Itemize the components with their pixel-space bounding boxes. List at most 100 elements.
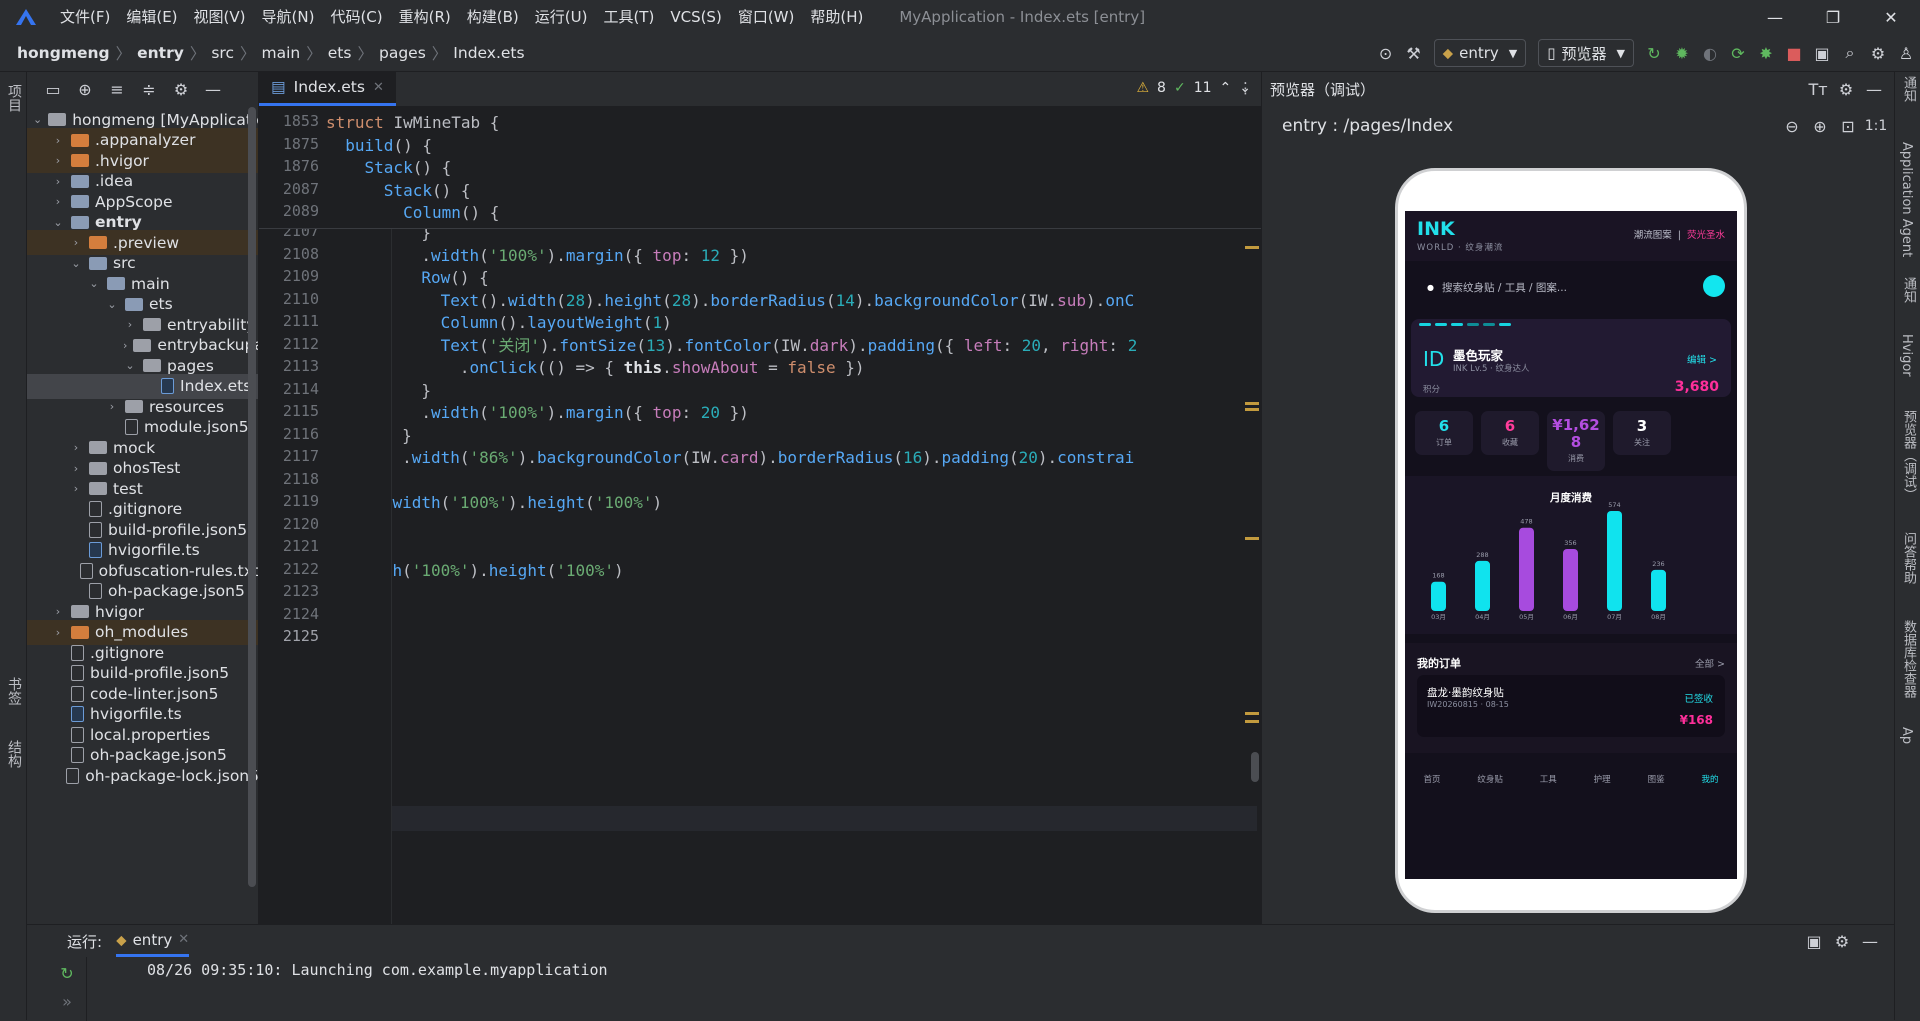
stat-card[interactable]: 6收藏 — [1481, 411, 1539, 455]
app-nav-item[interactable]: 工具 — [1540, 773, 1557, 785]
app-nav-item[interactable]: 我的 — [1701, 773, 1718, 785]
database-inspector-tool-button[interactable]: 数据库检查器 — [1899, 620, 1918, 698]
stat-card[interactable]: 6订单 — [1415, 411, 1473, 455]
restore-layout-icon[interactable]: ▣ — [1800, 927, 1828, 955]
error-stripe-mark[interactable] — [1245, 246, 1259, 249]
bookmarks-tool-button[interactable]: 书签 — [4, 677, 24, 705]
run-tab[interactable]: ⬥ entry ✕ — [116, 925, 189, 957]
menu-item[interactable]: 导航(N) — [254, 0, 323, 34]
chevron-down-icon[interactable]: ⌄ — [87, 277, 101, 290]
code-line[interactable]: .width('100%').height('100%') — [392, 557, 624, 584]
tree-scrollbar[interactable] — [248, 107, 256, 887]
prev-problem-icon[interactable]: ⌃ — [1220, 80, 1232, 96]
menu-item[interactable]: 运行(U) — [527, 0, 596, 34]
code-line[interactable]: .width('100%').height('100%') — [392, 489, 662, 516]
maximize-button[interactable]: ❐ — [1804, 0, 1862, 34]
code-area[interactable]: } .width('100%').margin({ top: 12 }) Row… — [392, 107, 1257, 924]
notifications-tool-button[interactable]: 通知 — [1899, 76, 1918, 102]
menu-item[interactable]: 视图(V) — [186, 0, 254, 34]
hide-icon[interactable]: — — [201, 76, 225, 104]
menu-item[interactable]: 构建(B) — [459, 0, 527, 34]
expand-all-icon[interactable]: ≡ — [105, 76, 129, 104]
project-tool-button[interactable]: 项目 — [4, 84, 24, 112]
order-card[interactable]: 盘龙·墨韵纹身贴 IW20260815 · 08-15 已签收 ¥168 — [1417, 675, 1725, 737]
settings-icon[interactable]: ⚙ — [1832, 75, 1860, 103]
chevron-right-icon[interactable]: › — [51, 134, 65, 147]
project-view-icon[interactable]: ▭ — [41, 76, 65, 104]
edit-profile-link[interactable]: 编辑 > — [1687, 352, 1717, 366]
fit-icon[interactable]: ⊡ — [1834, 112, 1862, 140]
stat-card[interactable]: ¥1,628消费 — [1547, 411, 1605, 471]
device-manager-icon[interactable]: ▣ — [1808, 39, 1836, 67]
app-nav-item[interactable]: 护理 — [1594, 773, 1611, 785]
actual-size-button[interactable]: 1:1 — [1862, 112, 1890, 140]
rerun-icon[interactable]: ↻ — [1640, 39, 1668, 67]
hvigor-tool-button[interactable]: Hvigor — [1899, 334, 1914, 377]
breadcrumb-item[interactable]: pages — [376, 44, 429, 62]
search-icon[interactable]: ⌕ — [1836, 39, 1864, 67]
chevron-down-icon[interactable]: ⌄ — [123, 359, 137, 372]
error-stripe-mark[interactable] — [1245, 720, 1259, 723]
stat-card[interactable]: 3关注 — [1613, 411, 1671, 455]
close-window-button[interactable]: ✕ — [1862, 0, 1920, 34]
breadcrumb-item[interactable]: main — [259, 44, 304, 62]
next-problem-icon[interactable]: ⌄ — [1239, 80, 1251, 96]
breadcrumb-item[interactable]: Index.ets — [450, 44, 527, 62]
attach-debugger-icon[interactable]: ◐ — [1696, 39, 1724, 67]
chevron-right-icon[interactable]: › — [51, 154, 65, 167]
profiler-icon[interactable]: ✸ — [1752, 39, 1780, 67]
menu-item[interactable]: 重构(R) — [391, 0, 459, 34]
account-icon[interactable]: ♙ — [1892, 39, 1920, 67]
inspection-widget[interactable]: ⚠8 ✓11 ⌃ ⌄ — [1136, 80, 1251, 96]
up-icon[interactable]: » — [53, 987, 81, 1015]
code-line[interactable]: .width('86%').backgroundColor(IW.card).b… — [392, 444, 1134, 471]
chevron-right-icon[interactable]: › — [69, 236, 83, 249]
app-nav-item[interactable]: 首页 — [1423, 773, 1440, 785]
qa-tool-button[interactable]: 问答帮助 — [1899, 532, 1918, 584]
close-tab-icon[interactable]: ✕ — [373, 80, 384, 95]
chevron-right-icon[interactable]: › — [123, 339, 127, 352]
zoom-in-icon[interactable]: ⊕ — [1806, 112, 1834, 140]
chevron-down-icon[interactable]: ⌄ — [105, 298, 119, 311]
device-selector[interactable]: ▯预览器▼ — [1538, 39, 1634, 67]
menu-item[interactable]: 文件(F) — [52, 0, 118, 34]
hammer-icon[interactable]: ⚒ — [1400, 39, 1428, 67]
header-link-glow[interactable]: 荧光圣水 — [1687, 230, 1725, 241]
zoom-out-icon[interactable]: ⊖ — [1778, 112, 1806, 140]
font-size-icon[interactable]: Tт — [1804, 75, 1832, 103]
chevron-down-icon[interactable]: ⌄ — [33, 113, 42, 126]
chevron-right-icon[interactable]: › — [51, 175, 65, 188]
settings-icon[interactable]: ⚙ — [1828, 927, 1856, 955]
apply-changes-icon[interactable]: ⟳ — [1724, 39, 1752, 67]
breadcrumb-item[interactable]: hongmeng — [14, 44, 113, 62]
menu-item[interactable]: 代码(C) — [322, 0, 390, 34]
menu-item[interactable]: 工具(T) — [595, 0, 662, 34]
chevron-right-icon[interactable]: › — [51, 195, 65, 208]
menu-item[interactable]: 帮助(H) — [802, 0, 871, 34]
app-search-bar[interactable]: ● 搜索纹身贴 / 工具 / 图案... — [1417, 273, 1687, 301]
gear-icon[interactable]: ⚙ — [169, 76, 193, 104]
editor-scrollbar[interactable] — [1251, 752, 1259, 782]
sticky-code-line[interactable]: Column() { — [326, 199, 499, 226]
chevron-right-icon[interactable]: › — [69, 482, 83, 495]
notification-tool-button[interactable]: 通知 — [1899, 277, 1918, 303]
menu-item[interactable]: 窗口(W) — [730, 0, 803, 34]
menu-item[interactable]: VCS(S) — [662, 0, 729, 34]
previewer-tool-button[interactable]: 预览器（调试） — [1899, 410, 1918, 501]
settings-icon[interactable]: ⚙ — [1864, 39, 1892, 67]
close-tab-icon[interactable]: ✕ — [178, 932, 189, 947]
header-link-trend[interactable]: 潮流图案 — [1634, 230, 1672, 241]
editor-tab[interactable]: ▤ Index.ets ✕ — [259, 71, 396, 106]
hide-icon[interactable]: — — [1860, 75, 1888, 103]
search-button[interactable] — [1703, 275, 1725, 297]
stop-icon[interactable]: ■ — [1780, 39, 1808, 67]
debug-icon[interactable]: ✹ — [1668, 39, 1696, 67]
module-selector[interactable]: ⬥entry▼ — [1434, 39, 1527, 67]
collapse-all-icon[interactable]: ≑ — [137, 76, 161, 104]
chevron-down-icon[interactable]: ⌄ — [69, 257, 83, 270]
more-tool-button[interactable]: Ap — [1899, 727, 1914, 744]
application-agent-tool-button[interactable]: Application Agent — [1899, 142, 1914, 257]
locate-icon[interactable]: ⊕ — [73, 76, 97, 104]
error-stripe-mark[interactable] — [1245, 402, 1259, 405]
error-stripe-mark[interactable] — [1245, 408, 1259, 411]
